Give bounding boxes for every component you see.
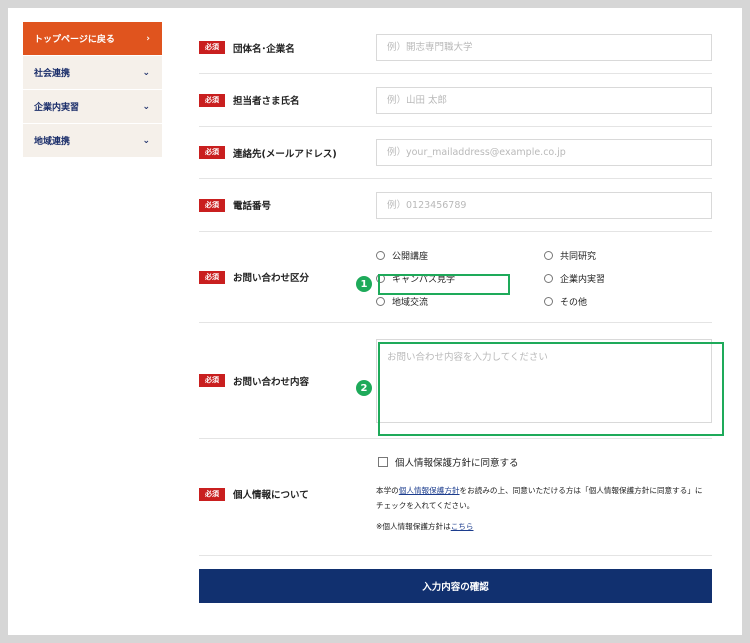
required-badge: 必須 (199, 93, 225, 107)
radio-internship[interactable]: 企業内実習 (544, 271, 694, 285)
chevron-down-icon: ⌄ (142, 135, 150, 146)
radio-joint-research[interactable]: 共同研究 (544, 248, 694, 262)
sidebar-item-label: 社会連携 (34, 69, 71, 79)
field-label: お問い合わせ区分 (233, 273, 310, 284)
email-input[interactable] (376, 139, 712, 166)
form-row-org: 必須 団体名･企業名 (199, 22, 712, 74)
sidebar: トップページに戻る › 社会連携 ⌄ 企業内実習 ⌄ 地域連携 ⌄ (23, 22, 162, 158)
required-badge: 必須 (199, 198, 225, 212)
privacy-section: 個人情報保護方針に同意する 本学の個人情報保護方針をお読みの上、同意いただける方… (376, 439, 703, 532)
field-label: 団体名･企業名 (233, 43, 295, 55)
field-label: お問い合わせ内容 (233, 376, 310, 388)
annotation-badge-1: 1 (356, 276, 372, 292)
field-label: 連絡先(メールアドレス) (233, 148, 337, 160)
confirm-button[interactable]: 入力内容の確認 (199, 569, 712, 603)
field-label: 担当者さま氏名 (233, 96, 300, 107)
form-row-contact: 必須 担当者さま氏名 (199, 74, 712, 127)
field-label: 個人情報について (233, 490, 309, 501)
annotation-highlight-content (378, 342, 724, 436)
phone-input[interactable] (376, 191, 712, 219)
radio-other[interactable]: その他 (544, 294, 694, 308)
form-row-phone: 必須 電話番号 (199, 179, 712, 232)
form-row-email: 必須 連絡先(メールアドレス) (199, 127, 712, 179)
sidebar-item-internship[interactable]: 企業内実習 ⌄ (23, 90, 162, 124)
chevron-down-icon: ⌄ (142, 67, 150, 78)
form-row-privacy: 必須 個人情報について 個人情報保護方針に同意する 本学の個人情報保護方針をお読… (199, 439, 712, 556)
privacy-description: 本学の個人情報保護方針をお読みの上、同意いただける方は「個人情報保護方針に同意す… (376, 486, 703, 510)
sidebar-item-top[interactable]: トップページに戻る › (23, 22, 162, 56)
sidebar-item-social[interactable]: 社会連携 ⌄ (23, 56, 162, 90)
required-badge: 必須 (199, 41, 225, 54)
checkbox-icon[interactable] (378, 457, 388, 467)
privacy-agree-checkbox[interactable]: 個人情報保護方針に同意する (376, 455, 703, 469)
radio-circle-icon[interactable] (544, 296, 553, 306)
contact-name-input[interactable] (376, 86, 712, 114)
radio-circle-icon[interactable] (544, 273, 553, 283)
annotation-badge-2: 2 (356, 380, 372, 396)
required-badge: 必須 (199, 487, 225, 501)
field-label: 電話番号 (233, 201, 272, 212)
radio-circle-icon[interactable] (544, 250, 553, 260)
required-badge: 必須 (199, 270, 225, 284)
radio-regional-exchange[interactable]: 地域交流 (376, 294, 544, 308)
annotation-highlight-campus-tour (378, 274, 510, 295)
radio-public-lecture[interactable]: 公開講座 (376, 248, 544, 262)
privacy-here-link[interactable]: こちら (451, 522, 474, 531)
sidebar-item-label: 企業内実習 (34, 103, 80, 113)
privacy-policy-link[interactable]: 個人情報保護方針 (399, 486, 460, 495)
required-badge: 必須 (199, 146, 225, 159)
sidebar-item-label: トップページに戻る (34, 35, 115, 45)
sidebar-item-regional[interactable]: 地域連携 ⌄ (23, 124, 162, 158)
org-name-input[interactable] (376, 34, 712, 61)
radio-circle-icon[interactable] (376, 250, 385, 260)
sidebar-item-label: 地域連携 (34, 137, 71, 147)
chevron-down-icon: ⌄ (142, 101, 150, 112)
required-badge: 必須 (199, 374, 225, 387)
privacy-note: ※個人情報保護方針はこちら (376, 522, 474, 531)
radio-circle-icon[interactable] (376, 296, 385, 306)
chevron-right-icon: › (146, 33, 150, 44)
